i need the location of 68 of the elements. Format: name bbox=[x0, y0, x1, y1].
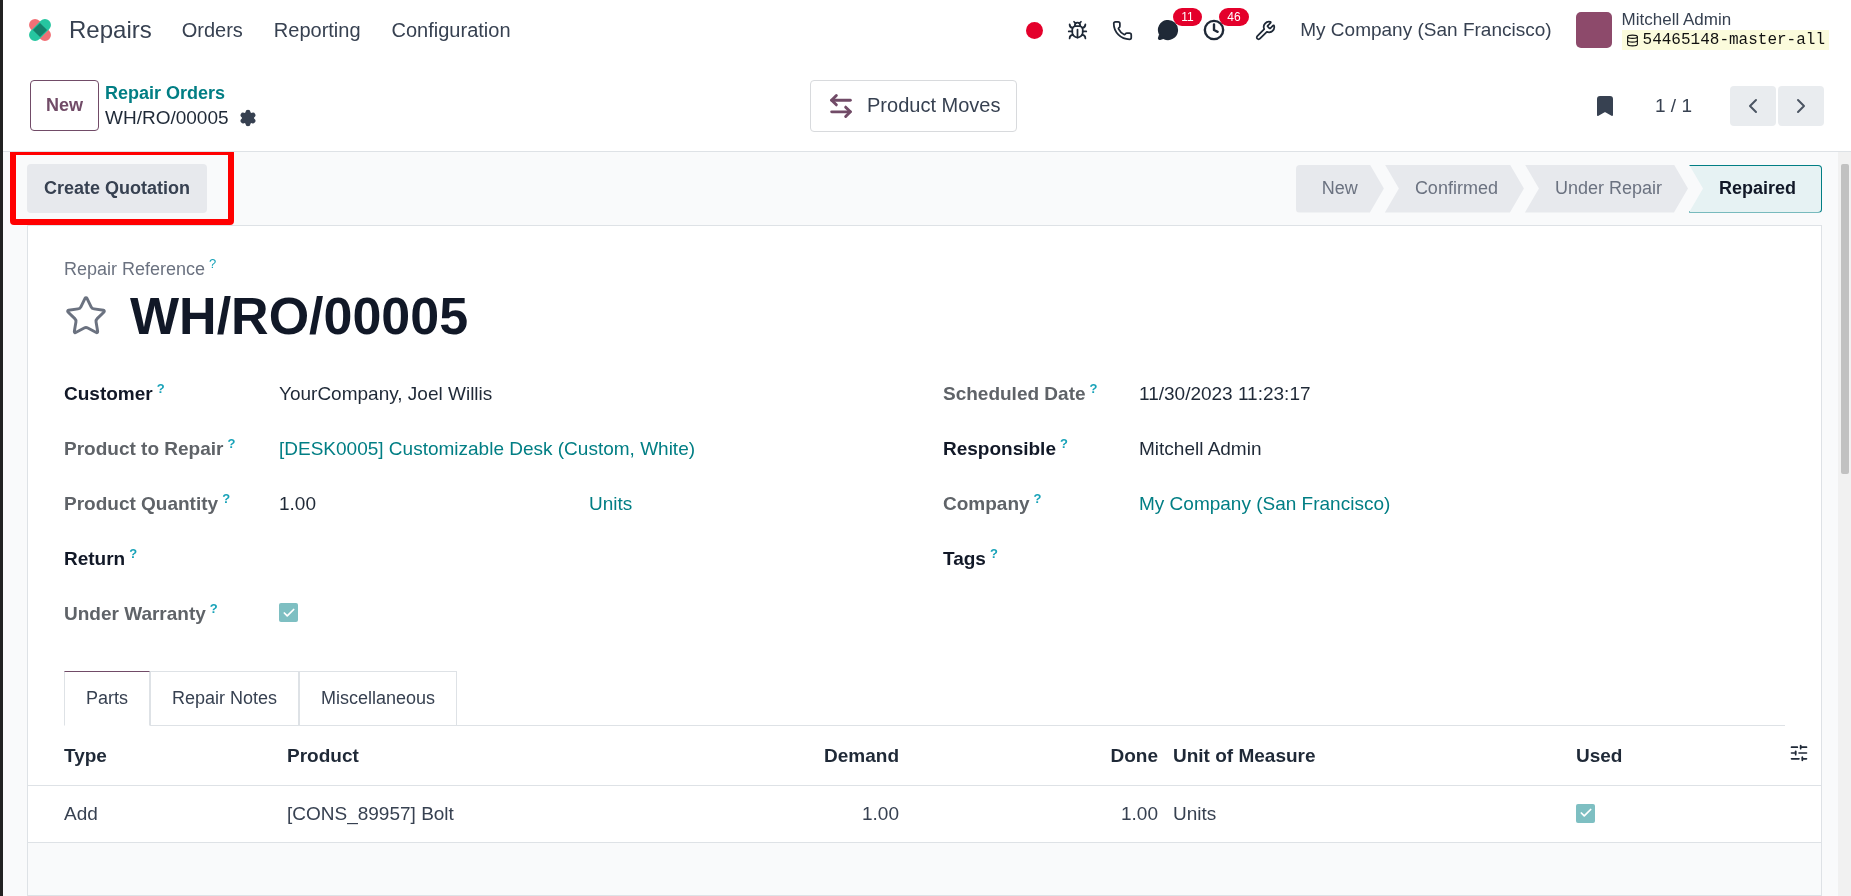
create-quotation-button[interactable]: Create Quotation bbox=[27, 164, 207, 213]
status-stage[interactable]: Under Repair bbox=[1524, 164, 1688, 213]
reference-label: Repair Reference $^{?}$ bbox=[64, 259, 217, 279]
table-cell: Add bbox=[64, 803, 98, 824]
column-header[interactable]: Demand bbox=[824, 744, 899, 766]
field-label: Product to Repair $^{?}$ bbox=[64, 436, 236, 461]
field-label: Customer $^{?}$ bbox=[64, 381, 165, 406]
scrollbar[interactable] bbox=[1838, 152, 1851, 896]
table-cell: Units bbox=[1173, 803, 1217, 824]
database-icon bbox=[1625, 33, 1639, 47]
table-cell: 1.00 bbox=[862, 803, 899, 824]
table-cell: 1.00 bbox=[1121, 803, 1158, 824]
app-name[interactable]: Repairs bbox=[69, 16, 152, 44]
previous-button[interactable] bbox=[1730, 85, 1776, 126]
company-switcher[interactable]: My Company (San Francisco) bbox=[1300, 19, 1552, 41]
user-avatar[interactable] bbox=[1575, 12, 1612, 48]
database-name: 54465148-master-all bbox=[1642, 31, 1825, 49]
used-checkbox[interactable] bbox=[1576, 803, 1595, 823]
activity-count: 46 bbox=[1219, 8, 1249, 26]
field-value[interactable]: Mitchell Admin bbox=[1139, 437, 1785, 460]
field-label: Scheduled Date $^{?}$ bbox=[943, 381, 1098, 406]
pager-value[interactable]: 1 / 1 bbox=[1655, 94, 1692, 117]
field-label: Company $^{?}$ bbox=[943, 491, 1042, 516]
field-label: Tags $^{?}$ bbox=[943, 546, 998, 571]
column-header[interactable]: Product bbox=[287, 744, 359, 766]
field-link[interactable]: [DESK0005] Customizable Desk (Custom, White) bbox=[279, 437, 943, 460]
chat-icon[interactable] bbox=[1157, 19, 1180, 41]
field-value[interactable]: YourCompany, Joel Willis bbox=[279, 382, 943, 405]
product-moves-button[interactable]: Product Moves bbox=[810, 79, 1018, 132]
checkbox[interactable] bbox=[279, 603, 298, 623]
new-button[interactable]: New bbox=[30, 80, 99, 131]
field-link[interactable]: My Company (San Francisco) bbox=[1139, 492, 1785, 515]
notebook-tab[interactable]: Parts bbox=[64, 671, 150, 726]
field-label: Return $^{?}$ bbox=[64, 546, 138, 571]
column-header[interactable]: Done bbox=[1110, 744, 1158, 766]
status-stage[interactable]: Repaired bbox=[1688, 164, 1822, 213]
record-dot-icon[interactable] bbox=[1026, 21, 1044, 39]
field-label: Under Warranty $^{?}$ bbox=[64, 601, 218, 626]
user-name[interactable]: Mitchell Admin bbox=[1621, 10, 1829, 30]
column-settings-icon[interactable] bbox=[1789, 743, 1809, 763]
field-label: Responsible $^{?}$ bbox=[943, 436, 1068, 461]
settings-icon[interactable] bbox=[238, 108, 257, 127]
status-stage[interactable]: Confirmed bbox=[1384, 164, 1524, 213]
bug-icon[interactable] bbox=[1067, 19, 1089, 41]
menu-item[interactable]: Orders bbox=[181, 18, 243, 42]
record-name: WH/RO/00005 bbox=[105, 106, 229, 129]
clock-icon[interactable] bbox=[1203, 19, 1226, 41]
tools-icon[interactable] bbox=[1255, 19, 1277, 41]
column-header[interactable]: Used bbox=[1576, 744, 1623, 766]
record-title: WH/RO/00005 bbox=[130, 286, 469, 346]
phone-icon[interactable] bbox=[1112, 19, 1134, 41]
column-header[interactable]: Unit of Measure bbox=[1173, 744, 1316, 766]
field-value[interactable]: 11/30/2023 11:23:17 bbox=[1139, 382, 1785, 405]
next-button[interactable] bbox=[1778, 85, 1824, 126]
menu-item[interactable]: Configuration bbox=[391, 18, 511, 42]
message-count: 11 bbox=[1173, 8, 1202, 26]
column-header[interactable]: Type bbox=[64, 744, 107, 766]
check-icon bbox=[1578, 806, 1593, 820]
table-cell: [CONS_89957] Bolt bbox=[287, 803, 454, 824]
unit-link[interactable]: Units bbox=[589, 492, 943, 515]
transfer-icon bbox=[827, 91, 855, 120]
breadcrumb-link[interactable]: Repair Orders bbox=[105, 82, 810, 104]
field-label: Product Quantity $^{?}$ bbox=[64, 491, 231, 516]
menu-item[interactable]: Reporting bbox=[273, 18, 361, 42]
notebook-tab[interactable]: Miscellaneous bbox=[299, 671, 458, 726]
status-stage[interactable]: New bbox=[1295, 164, 1384, 213]
notebook-tab[interactable]: Repair Notes bbox=[150, 671, 300, 726]
field-value[interactable]: 1.00 bbox=[279, 492, 589, 515]
